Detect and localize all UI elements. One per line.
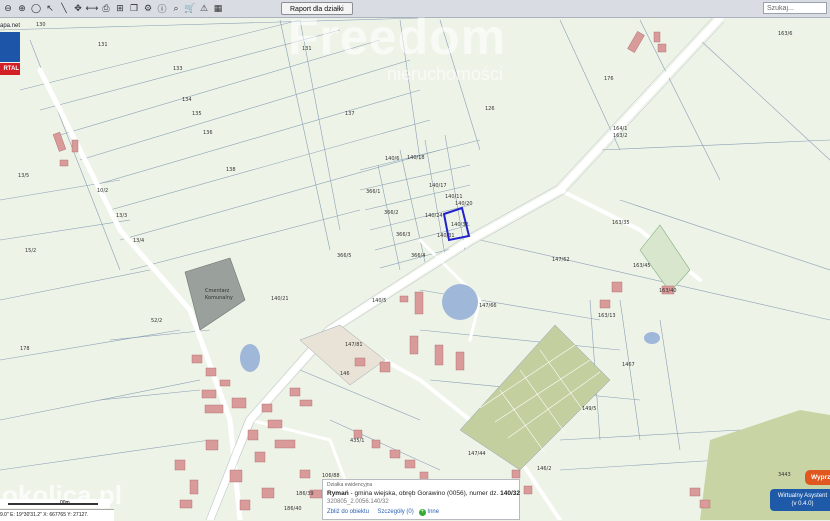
parcel-label: 13/3: [116, 213, 127, 219]
parcel-label: 140/17: [429, 183, 447, 189]
zoom-in-icon[interactable]: ⊕: [16, 3, 28, 15]
parcel-label: 3443: [778, 472, 791, 478]
popup-links: Zbliż do obiektu Szczegóły (0) + Inne: [327, 509, 439, 516]
color-palette-icon[interactable]: ▦: [212, 3, 224, 15]
popup-gmina: - gmina wiejska: [348, 490, 396, 497]
parcel-label: 176: [604, 76, 614, 82]
layers-icon[interactable]: ❐: [128, 3, 140, 15]
parcel-label: 366/2: [384, 210, 398, 216]
parcel-label: 163/2: [613, 133, 627, 139]
add-icon[interactable]: +: [418, 509, 426, 516]
parcel-label: 126: [485, 106, 495, 112]
parcel-label: 10/2: [97, 188, 108, 194]
virtual-assistant-button[interactable]: Wirtualny Asystent (v 0.4.0): [770, 489, 830, 511]
watermark-subtitle: nieruchomości: [387, 64, 504, 84]
parcel-label: 146: [340, 371, 350, 377]
cemetery-label: Komunalny: [205, 295, 233, 301]
parcel-label: 163/40: [659, 288, 677, 294]
parcel-label: 133: [173, 66, 183, 72]
sale-button[interactable]: Wyprz: [805, 470, 830, 485]
grid-icon[interactable]: ⊞: [114, 3, 126, 15]
portal-logo[interactable]: [0, 32, 20, 62]
parcel-label: 147/62: [552, 257, 570, 263]
pan-icon[interactable]: ✥: [72, 3, 84, 15]
cemetery-label: Cmentarz: [205, 288, 230, 294]
parcel-info-popup: Działka ewidencyjna Rymań - gmina wiejsk…: [322, 479, 520, 520]
parcel-label: 138: [226, 167, 236, 173]
popup-obreb: , obręb Gorawino (0056): [395, 490, 466, 497]
parcel-label: 13/4: [133, 238, 144, 244]
scale-line: [8, 503, 98, 505]
parcel-label: 147/66: [479, 303, 497, 309]
portal-logo-label: RTAL: [0, 63, 20, 75]
assistant-label: Wirtualny Asystent: [777, 493, 828, 499]
full-extent-icon[interactable]: ◯: [30, 3, 42, 15]
site-logo-text: apa.net: [0, 23, 21, 29]
parcel-label: 140/6: [385, 156, 399, 162]
parcel-label: 147/81: [345, 342, 363, 348]
parcel-label: 131: [98, 42, 108, 48]
parcel-label: 130: [36, 22, 46, 28]
other-link[interactable]: Inne: [427, 509, 439, 515]
print-icon[interactable]: ⎙: [100, 3, 112, 15]
parcel-label: 140/31: [437, 233, 455, 239]
parcel-label: 435/1: [350, 438, 364, 444]
parcel-label: 13/5: [18, 173, 29, 179]
measure-area-icon[interactable]: ⟷: [86, 3, 99, 15]
pointer-icon[interactable]: ↖: [44, 3, 56, 15]
parcel-label: 163/35: [612, 220, 630, 226]
parcel-label: 140/18: [407, 155, 425, 161]
parcel-label: 140/21: [271, 296, 289, 302]
parcel-label: 140/32: [451, 222, 469, 228]
parcel-label: 140/5: [372, 298, 386, 304]
measure-icon[interactable]: ╲: [58, 3, 70, 15]
parcel-label: 52/2: [151, 318, 162, 324]
parcel-label: 163/6: [778, 31, 792, 37]
parcel-label: 134: [182, 97, 192, 103]
parcel-label: 136: [203, 130, 213, 136]
parcel-label: 178: [20, 346, 30, 352]
parcel-label: 15/2: [25, 248, 36, 254]
parcel-label: 140/20: [455, 201, 473, 207]
parcel-label: 149/5: [582, 406, 596, 412]
parcel-label: 163/45: [633, 263, 651, 269]
search-input[interactable]: [763, 2, 827, 14]
parcel-label: 186/39: [296, 491, 314, 497]
warning-icon[interactable]: ⚠: [198, 3, 210, 15]
parcel-label: 137: [345, 111, 355, 117]
parcel-label: 366/1: [366, 189, 380, 195]
popup-place: Rymań: [327, 490, 349, 497]
zoom-to-object-link[interactable]: Zbliż do obiektu: [327, 509, 369, 515]
watermark-title: Freedom: [288, 9, 507, 65]
parcel-label: 366/4: [411, 253, 425, 259]
parcel-label: 186/40: [284, 506, 302, 512]
popup-title: Działka ewidencyjna: [327, 482, 373, 488]
details-link[interactable]: Szczegóły (0): [377, 509, 413, 515]
scale-bar: 00m: [0, 499, 110, 508]
parcel-label: 1467: [622, 362, 635, 368]
parcel-label: 366/3: [396, 232, 410, 238]
coordinates-readout: 9.0" E: 19°30'31.2" X: 667765 Y: 27127.: [0, 509, 114, 521]
parcel-label: 163/13: [598, 313, 616, 319]
popup-parcel-number: 140/32: [500, 490, 520, 497]
parcel-label: 366/5: [337, 253, 351, 259]
info-icon[interactable]: ⓘ: [156, 3, 168, 15]
parcel-label: 140/24: [425, 213, 443, 219]
parcel-label: 164/1: [613, 126, 627, 132]
parcel-label: 140/11: [445, 194, 463, 200]
parcel-label: 146/2: [537, 466, 551, 472]
popup-parcel-id: 320805_2.0056.140/32: [327, 499, 389, 505]
cart-icon[interactable]: 🛒: [184, 3, 196, 15]
popup-numer: , numer dz.: [465, 490, 499, 497]
parcel-label: 135: [192, 111, 202, 117]
search-map-icon[interactable]: ⌕: [170, 3, 182, 15]
popup-main-line: Rymań - gmina wiejska, obręb Gorawino (0…: [327, 490, 520, 497]
zoom-out-icon[interactable]: ⊖: [2, 3, 14, 15]
assistant-version: (v 0.4.0): [791, 501, 814, 507]
tools-icon[interactable]: ⚙: [142, 3, 154, 15]
parcel-label: 147/44: [468, 451, 486, 457]
